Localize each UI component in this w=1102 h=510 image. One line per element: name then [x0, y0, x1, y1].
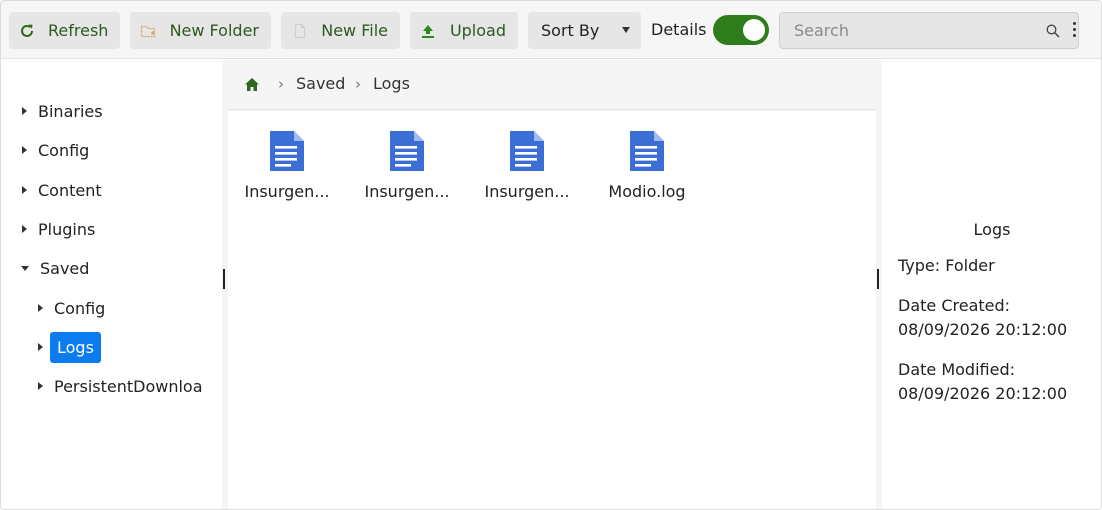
tree-item-label: Plugins	[38, 219, 96, 239]
tree-item-label: Config	[54, 298, 106, 318]
expand-arrow-icon[interactable]	[22, 186, 27, 194]
collapse-arrow-icon[interactable]	[21, 265, 29, 271]
breadcrumb: › Saved › Logs	[228, 60, 876, 110]
tree-item-plugins[interactable]: Plugins	[22, 213, 95, 245]
chevron-down-icon	[622, 27, 630, 33]
refresh-label: Refresh	[48, 21, 109, 40]
refresh-icon	[19, 22, 35, 40]
tree-item-saved-persistentdownloads[interactable]: PersistentDownloa	[38, 370, 203, 402]
expand-arrow-icon[interactable]	[38, 382, 43, 390]
file-item[interactable]: Modio.log	[597, 129, 697, 209]
breadcrumb-separator: ›	[355, 75, 361, 93]
tree-item-label: Saved	[40, 258, 90, 278]
details-created-value: 08/09/2026 20:12:00	[898, 320, 1068, 339]
file-item[interactable]: Insurgen...	[357, 129, 457, 209]
refresh-button[interactable]: Refresh	[9, 12, 120, 49]
details-title: Logs	[973, 220, 1011, 239]
expand-arrow-icon[interactable]	[22, 146, 27, 154]
upload-button[interactable]: Upload	[410, 12, 518, 49]
document-icon	[630, 131, 664, 171]
tree-item-label: Binaries	[38, 101, 103, 121]
details-type: Type: Folder	[898, 256, 995, 275]
tree-item-binaries[interactable]: Binaries	[22, 95, 103, 127]
breadcrumb-separator: ›	[278, 75, 284, 93]
new-file-icon	[291, 22, 308, 40]
upload-label: Upload	[449, 21, 506, 40]
details-panel: Logs Type: Folder Date Created: 08/09/20…	[882, 60, 1101, 509]
file-manager: Refresh New Folder New File Upload Sort …	[0, 0, 1102, 510]
file-name: Insurgen...	[484, 182, 570, 201]
left-resize-handle[interactable]	[223, 269, 225, 289]
search-input[interactable]	[780, 13, 1050, 48]
new-file-label: New File	[321, 21, 388, 40]
tree-item-label: PersistentDownloa	[54, 376, 203, 396]
expand-arrow-icon[interactable]	[22, 107, 27, 115]
file-name: Insurgen...	[364, 182, 450, 201]
new-folder-icon	[140, 22, 157, 40]
expand-arrow-icon[interactable]	[38, 304, 43, 312]
toolbar: Refresh New Folder New File Upload Sort …	[1, 1, 1101, 59]
tree-item-config[interactable]: Config	[22, 134, 89, 166]
new-folder-label: New Folder	[169, 21, 259, 40]
tree-item-label: Config	[38, 140, 90, 160]
new-folder-button[interactable]: New Folder	[130, 12, 271, 49]
details-toggle-label: Details	[651, 20, 707, 39]
file-name: Insurgen...	[244, 182, 330, 201]
breadcrumb-item-logs[interactable]: Logs	[373, 74, 410, 93]
document-icon	[390, 131, 424, 171]
search-box	[779, 12, 1079, 49]
expand-arrow-icon[interactable]	[38, 343, 43, 351]
right-resize-handle[interactable]	[877, 269, 879, 289]
file-item[interactable]: Insurgen...	[477, 129, 577, 209]
details-modified-value: 08/09/2026 20:12:00	[898, 384, 1068, 403]
toggle-knob	[743, 19, 765, 41]
breadcrumb-item-saved[interactable]: Saved	[296, 74, 345, 93]
more-options-icon[interactable]	[1073, 22, 1077, 40]
tree-item-label: Content	[38, 180, 102, 200]
tree-item-saved-logs[interactable]: Logs	[38, 331, 101, 363]
expand-arrow-icon[interactable]	[22, 225, 27, 233]
folder-tree: Binaries Config Content Plugins Saved Co…	[2, 60, 222, 509]
tree-item-saved-config[interactable]: Config	[38, 292, 105, 324]
home-icon[interactable]	[244, 77, 260, 96]
details-created-label: Date Created:	[898, 296, 1011, 315]
file-name: Modio.log	[608, 182, 686, 201]
document-icon	[270, 131, 304, 171]
file-item[interactable]: Insurgen...	[237, 129, 337, 209]
tree-item-saved[interactable]: Saved	[21, 252, 89, 284]
tree-item-label: Logs	[50, 331, 101, 363]
sort-by-label: Sort By	[541, 21, 600, 40]
details-toggle[interactable]	[713, 15, 769, 45]
new-file-button[interactable]: New File	[281, 12, 400, 49]
upload-icon	[420, 22, 437, 40]
search-icon[interactable]	[1046, 23, 1060, 42]
file-grid: Insurgen... Insurgen... Insurgen... Modi…	[228, 111, 876, 509]
tree-item-content[interactable]: Content	[22, 174, 102, 206]
sort-by-dropdown[interactable]: Sort By	[528, 12, 641, 49]
document-icon	[510, 131, 544, 171]
details-modified-label: Date Modified:	[898, 360, 1015, 379]
